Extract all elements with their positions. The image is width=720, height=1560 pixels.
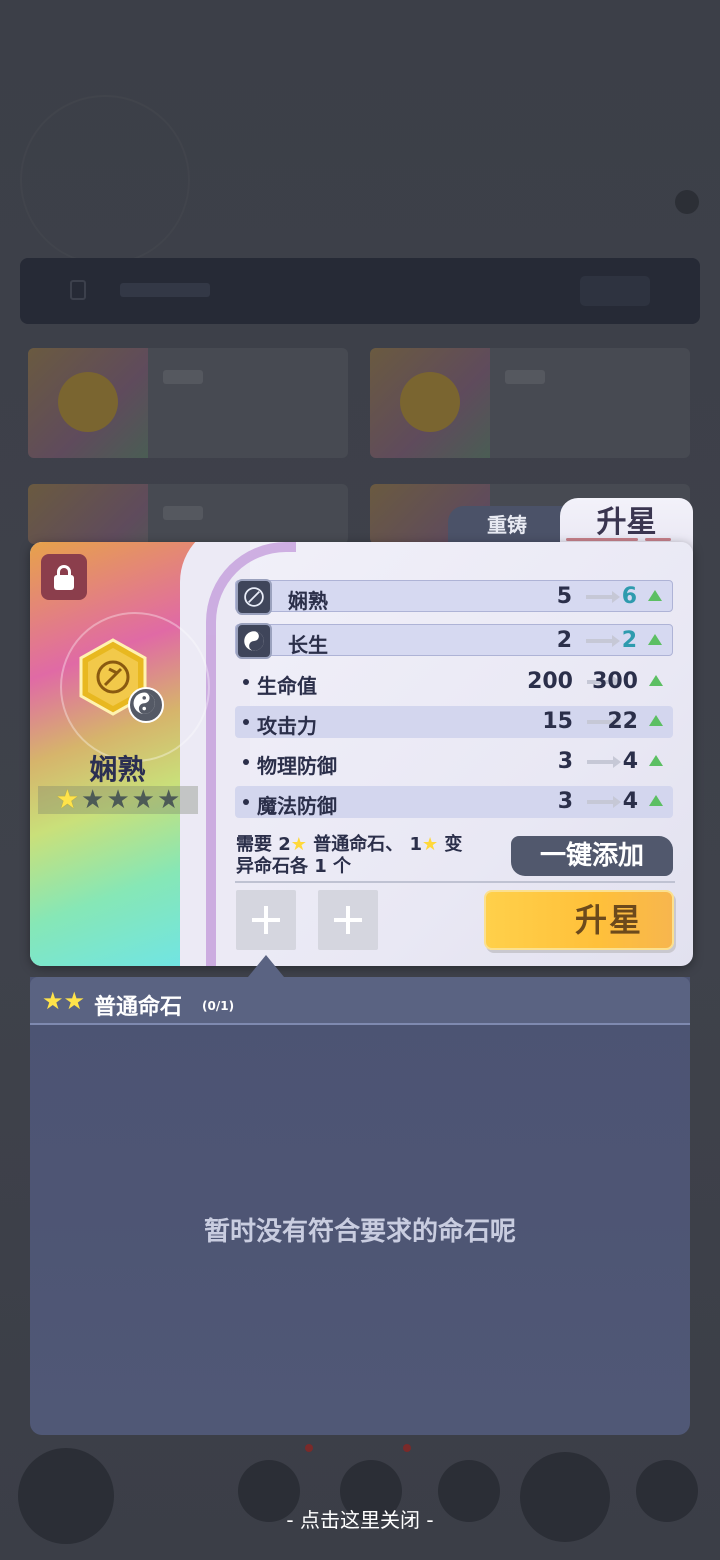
- star-icon: ★: [422, 834, 439, 855]
- stat-next-value: 300: [592, 669, 638, 694]
- increase-arrow-icon: [649, 755, 663, 766]
- tab-underline: [645, 538, 671, 541]
- stat-current-value: 5: [556, 584, 572, 609]
- stone-name: 娴熟: [89, 753, 146, 786]
- star-empty-icon: ★: [156, 785, 181, 815]
- background-card: [28, 484, 348, 544]
- star-empty-icon: ★: [131, 785, 155, 815]
- stat-row: 长生 2 2: [235, 623, 673, 659]
- arrow-right-icon: [587, 756, 621, 768]
- stat-label: 生命值: [257, 674, 317, 698]
- upgrade-star-button[interactable]: 升星: [484, 890, 674, 950]
- stat-row: 魔法防御 3 4: [235, 786, 673, 818]
- star-empty-icon: ★: [81, 785, 105, 815]
- lock-icon-body: [54, 575, 74, 590]
- stat-current-value: 200: [527, 669, 573, 694]
- material-slot[interactable]: [236, 890, 296, 950]
- star-empty-icon: ★: [106, 785, 130, 815]
- stat-label: 攻击力: [257, 714, 317, 738]
- background-notification-dot: [403, 1444, 411, 1452]
- stat-label: 长生: [288, 633, 328, 657]
- increase-arrow-icon: [649, 715, 663, 726]
- star-icon: ★: [290, 834, 307, 855]
- arrow-right-icon: [586, 591, 620, 603]
- panel-pointer: [248, 955, 284, 977]
- stat-label: 魔法防御: [257, 794, 337, 818]
- background-card: [370, 348, 690, 458]
- yin-yang-icon: [236, 623, 272, 659]
- background-card: [28, 348, 348, 458]
- stat-row: 生命值 200 300: [235, 666, 673, 698]
- background-filter-button: [580, 276, 650, 306]
- empty-message: 暂时没有符合要求的命石呢: [203, 1217, 516, 1247]
- star-filled-icon: ★: [55, 785, 80, 815]
- stat-current-value: 2: [556, 628, 572, 653]
- increase-arrow-icon: [649, 795, 663, 806]
- stat-current-value: 15: [542, 709, 573, 734]
- stone-list-panel: ★★ 普通命石 (0/1) 暂时没有符合要求的命石呢: [30, 977, 690, 1435]
- increase-arrow-icon: [649, 675, 663, 686]
- background-title: [22, 150, 162, 220]
- background-bottom-nav: [0, 1440, 720, 1560]
- material-slot[interactable]: [318, 890, 378, 950]
- requirement-text: 异命石各 1 个: [236, 856, 352, 877]
- background-filter-bar: [20, 258, 700, 324]
- bullet-dot: [243, 799, 249, 805]
- background-notification-dot: [305, 1444, 313, 1452]
- stone-list-title: 普通命石: [94, 995, 183, 1020]
- increase-arrow-icon: [648, 590, 662, 601]
- divider: [235, 881, 675, 883]
- stat-next-value: 22: [607, 709, 638, 734]
- auto-add-button[interactable]: 一键添加: [511, 836, 673, 876]
- stat-label: 娴熟: [288, 589, 328, 613]
- stat-current-value: 3: [557, 789, 573, 814]
- stat-row: 娴熟 5 6: [235, 579, 673, 615]
- lock-button[interactable]: [41, 554, 87, 600]
- requirement-text: 需要 2: [236, 834, 291, 855]
- close-hint[interactable]: - 点击这里关闭 -: [0, 1504, 720, 1533]
- requirement-text: 普通命石、 1: [306, 834, 422, 855]
- upgrade-button-label: 升星: [574, 901, 643, 939]
- bullet-dot: [243, 719, 249, 725]
- background-filter-icon: [70, 280, 86, 300]
- stone-list-header: ★★ 普通命石 (0/1): [30, 977, 690, 1025]
- stat-row: 攻击力 15 22: [235, 706, 673, 738]
- increase-arrow-icon: [648, 634, 662, 645]
- requirement-text: 变: [438, 834, 463, 855]
- star-rating: ★ ★ ★ ★ ★: [38, 786, 198, 814]
- upgrade-requirement: 需要 2★ 普通命石、 1★ 变 异命石各 1 个: [236, 834, 506, 878]
- stat-row: 物理防御 3 4: [235, 746, 673, 778]
- two-star-icon: ★★: [42, 987, 86, 1015]
- upgrade-panel: 娴熟 ★ ★ ★ ★ ★ 娴熟 5 6 长生 2 2 生命值 200 300 攻…: [30, 542, 693, 966]
- plus-icon: [264, 906, 268, 934]
- stat-next-value: 4: [622, 749, 638, 774]
- stat-next-value: 6: [621, 584, 637, 609]
- stat-next-value: 2: [621, 628, 637, 653]
- background-filter-text: [120, 283, 210, 297]
- stat-current-value: 3: [557, 749, 573, 774]
- arrow-right-icon: [587, 796, 621, 808]
- stat-label: 物理防御: [257, 754, 337, 778]
- tab-underline: [566, 538, 638, 541]
- arrow-right-icon: [586, 635, 620, 647]
- plus-icon: [346, 906, 350, 934]
- skill-icon: [236, 579, 272, 615]
- background-help-icon: [675, 190, 699, 214]
- stone-list-count: (0/1): [202, 999, 235, 1013]
- bullet-dot: [243, 679, 249, 685]
- bullet-dot: [243, 759, 249, 765]
- yin-yang-icon: [128, 687, 164, 723]
- stat-next-value: 4: [622, 789, 638, 814]
